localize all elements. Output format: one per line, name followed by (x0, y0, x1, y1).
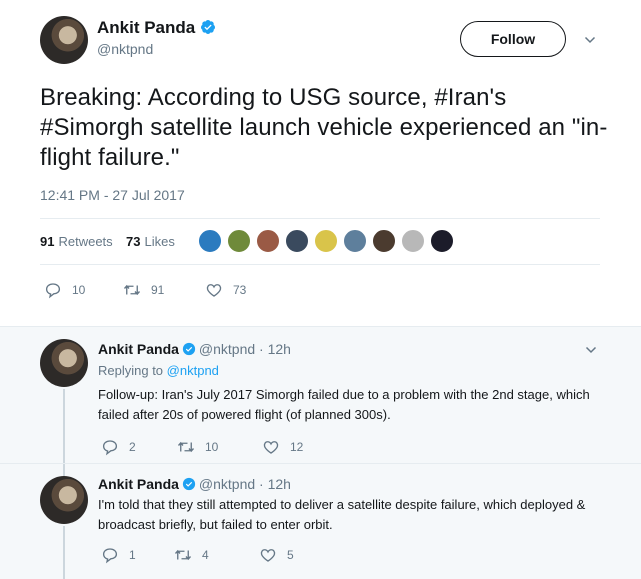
liker-avatar[interactable] (314, 229, 338, 253)
reply-button[interactable]: 2 (101, 438, 177, 456)
retweet-icon (174, 549, 192, 561)
thread-line (63, 389, 65, 464)
retweet-button[interactable]: 10 (177, 438, 262, 456)
handle-time[interactable]: @nktpnd · 12h (199, 341, 291, 357)
author-name[interactable]: Ankit Panda (98, 476, 179, 492)
divider (40, 218, 600, 219)
like-icon (260, 549, 276, 562)
thread-line (63, 464, 65, 476)
like-button[interactable]: 73 (205, 281, 246, 299)
reply-tweet[interactable]: Ankit Panda @nktpnd · 12h Replying to @nk… (0, 326, 641, 464)
reply-tweet[interactable]: Ankit Panda @nktpnd · 12h I'm told that t… (0, 463, 641, 579)
like-button[interactable]: 5 (259, 546, 294, 564)
replying-to-link[interactable]: @nktpnd (167, 363, 219, 378)
retweets-label: Retweets (58, 234, 113, 249)
reply-icon (45, 283, 61, 299)
reply-count: 1 (129, 548, 136, 562)
retweet-count: 91 (151, 283, 165, 297)
author-handle[interactable]: @nktpnd (97, 41, 153, 57)
chevron-down-icon[interactable] (585, 344, 597, 356)
reply-icon (102, 440, 118, 456)
liker-avatar[interactable] (285, 229, 309, 253)
verified-badge-icon (182, 477, 196, 491)
reply-text: Follow-up: Iran's July 2017 Simorgh fail… (98, 387, 590, 422)
verified-badge-icon (201, 20, 216, 34)
like-icon (263, 441, 279, 454)
reply-header: Ankit Panda @nktpnd · 12h (98, 476, 291, 492)
retweet-icon (177, 441, 195, 453)
reply-count: 2 (129, 440, 136, 454)
follow-button[interactable]: Follow (460, 21, 566, 57)
likes-label: Likes (144, 234, 175, 249)
reply-icon (102, 548, 118, 564)
liker-avatar[interactable] (401, 229, 425, 253)
liker-avatar[interactable] (227, 229, 251, 253)
author-name-text[interactable]: Ankit Panda (97, 18, 195, 37)
handle-time[interactable]: @nktpnd · 12h (199, 476, 291, 492)
tweet-text: Breaking: According to USG source, #Iran… (40, 84, 608, 171)
avatar[interactable] (40, 476, 88, 524)
liker-avatar[interactable] (343, 229, 367, 253)
likes-stat[interactable]: 73 Likes (126, 234, 175, 249)
retweet-button[interactable]: 4 (174, 546, 259, 564)
avatar[interactable] (40, 16, 88, 64)
verified-badge-icon (182, 342, 196, 356)
retweet-icon (123, 284, 141, 296)
liker-avatars (198, 229, 459, 255)
author-name[interactable]: Ankit Panda (97, 18, 216, 38)
retweet-button[interactable]: 91 (123, 281, 205, 299)
liker-avatar[interactable] (430, 229, 454, 253)
reply-button[interactable]: 1 (101, 546, 174, 564)
retweets-stat[interactable]: 91 Retweets (40, 234, 113, 249)
avatar[interactable] (40, 339, 88, 387)
tweet-actions: 2 10 12 (101, 438, 303, 456)
reply-button[interactable]: 10 (44, 281, 123, 299)
retweets-count: 91 (40, 234, 55, 249)
reply-count: 10 (72, 283, 86, 297)
main-tweet: Ankit Panda @nktpnd Follow Breaking: Acc… (0, 0, 641, 326)
like-icon (206, 284, 222, 297)
likes-count: 73 (126, 234, 141, 249)
chevron-down-icon[interactable] (584, 34, 596, 46)
replying-to: Replying to @nktpnd (98, 363, 219, 378)
divider (40, 264, 600, 265)
reply-header: Ankit Panda @nktpnd · 12h (98, 341, 291, 357)
tweet-actions: 10 91 73 (44, 281, 246, 299)
liker-avatar[interactable] (198, 229, 222, 253)
retweet-count: 10 (205, 440, 219, 454)
like-button[interactable]: 12 (262, 438, 303, 456)
reply-text: I'm told that they still attempted to de… (98, 497, 586, 532)
like-count: 5 (287, 548, 294, 562)
retweet-count: 4 (202, 548, 209, 562)
liker-avatar[interactable] (372, 229, 396, 253)
thread-line (63, 526, 65, 579)
replying-prefix: Replying to (98, 363, 164, 378)
like-count: 73 (233, 283, 247, 297)
liker-avatar[interactable] (256, 229, 280, 253)
like-count: 12 (290, 440, 304, 454)
author-name[interactable]: Ankit Panda (98, 341, 179, 357)
tweet-timestamp[interactable]: 12:41 PM - 27 Jul 2017 (40, 187, 185, 203)
tweet-actions: 1 4 5 (101, 546, 294, 564)
